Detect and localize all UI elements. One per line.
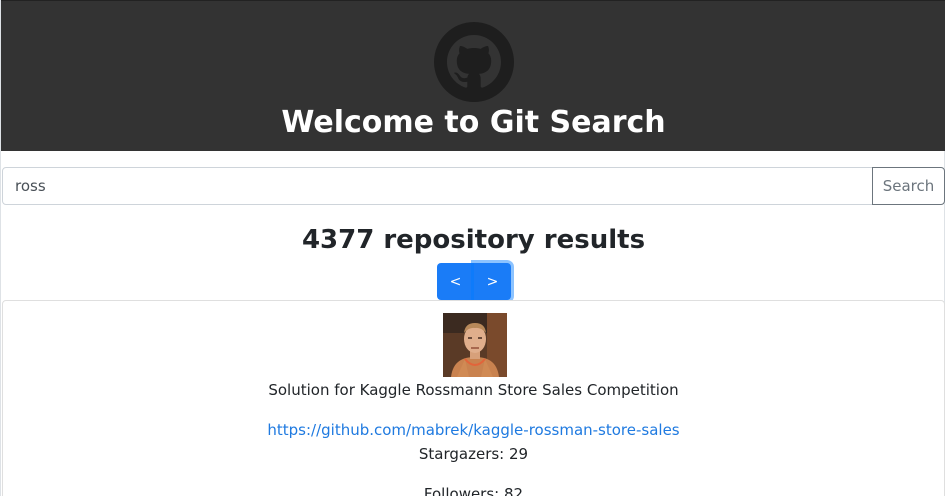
- page: Welcome to Git Search Search 4377 reposi…: [0, 0, 945, 496]
- repository-description: Solution for Kaggle Rossmann Store Sales…: [268, 381, 679, 399]
- followers-count: Followers: 82: [423, 485, 524, 496]
- search-button[interactable]: Search: [872, 167, 945, 205]
- previous-page-button[interactable]: <: [437, 263, 474, 300]
- search-bar: Search: [2, 167, 945, 205]
- next-page-button[interactable]: >: [474, 263, 511, 300]
- repository-link[interactable]: https://github.com/mabrek/kaggle-rossman…: [3, 419, 944, 441]
- repository-card: Solution for Kaggle Rossmann Store Sales…: [2, 300, 945, 496]
- page-title: Welcome to Git Search: [281, 105, 666, 140]
- github-logo-icon: [434, 22, 514, 102]
- results-count-heading: 4377 repository results: [301, 225, 646, 255]
- header: Welcome to Git Search: [1, 0, 945, 151]
- stargazers-count: Stargazers: 29: [418, 445, 529, 463]
- user-avatar: [443, 313, 507, 377]
- search-input[interactable]: [2, 167, 873, 205]
